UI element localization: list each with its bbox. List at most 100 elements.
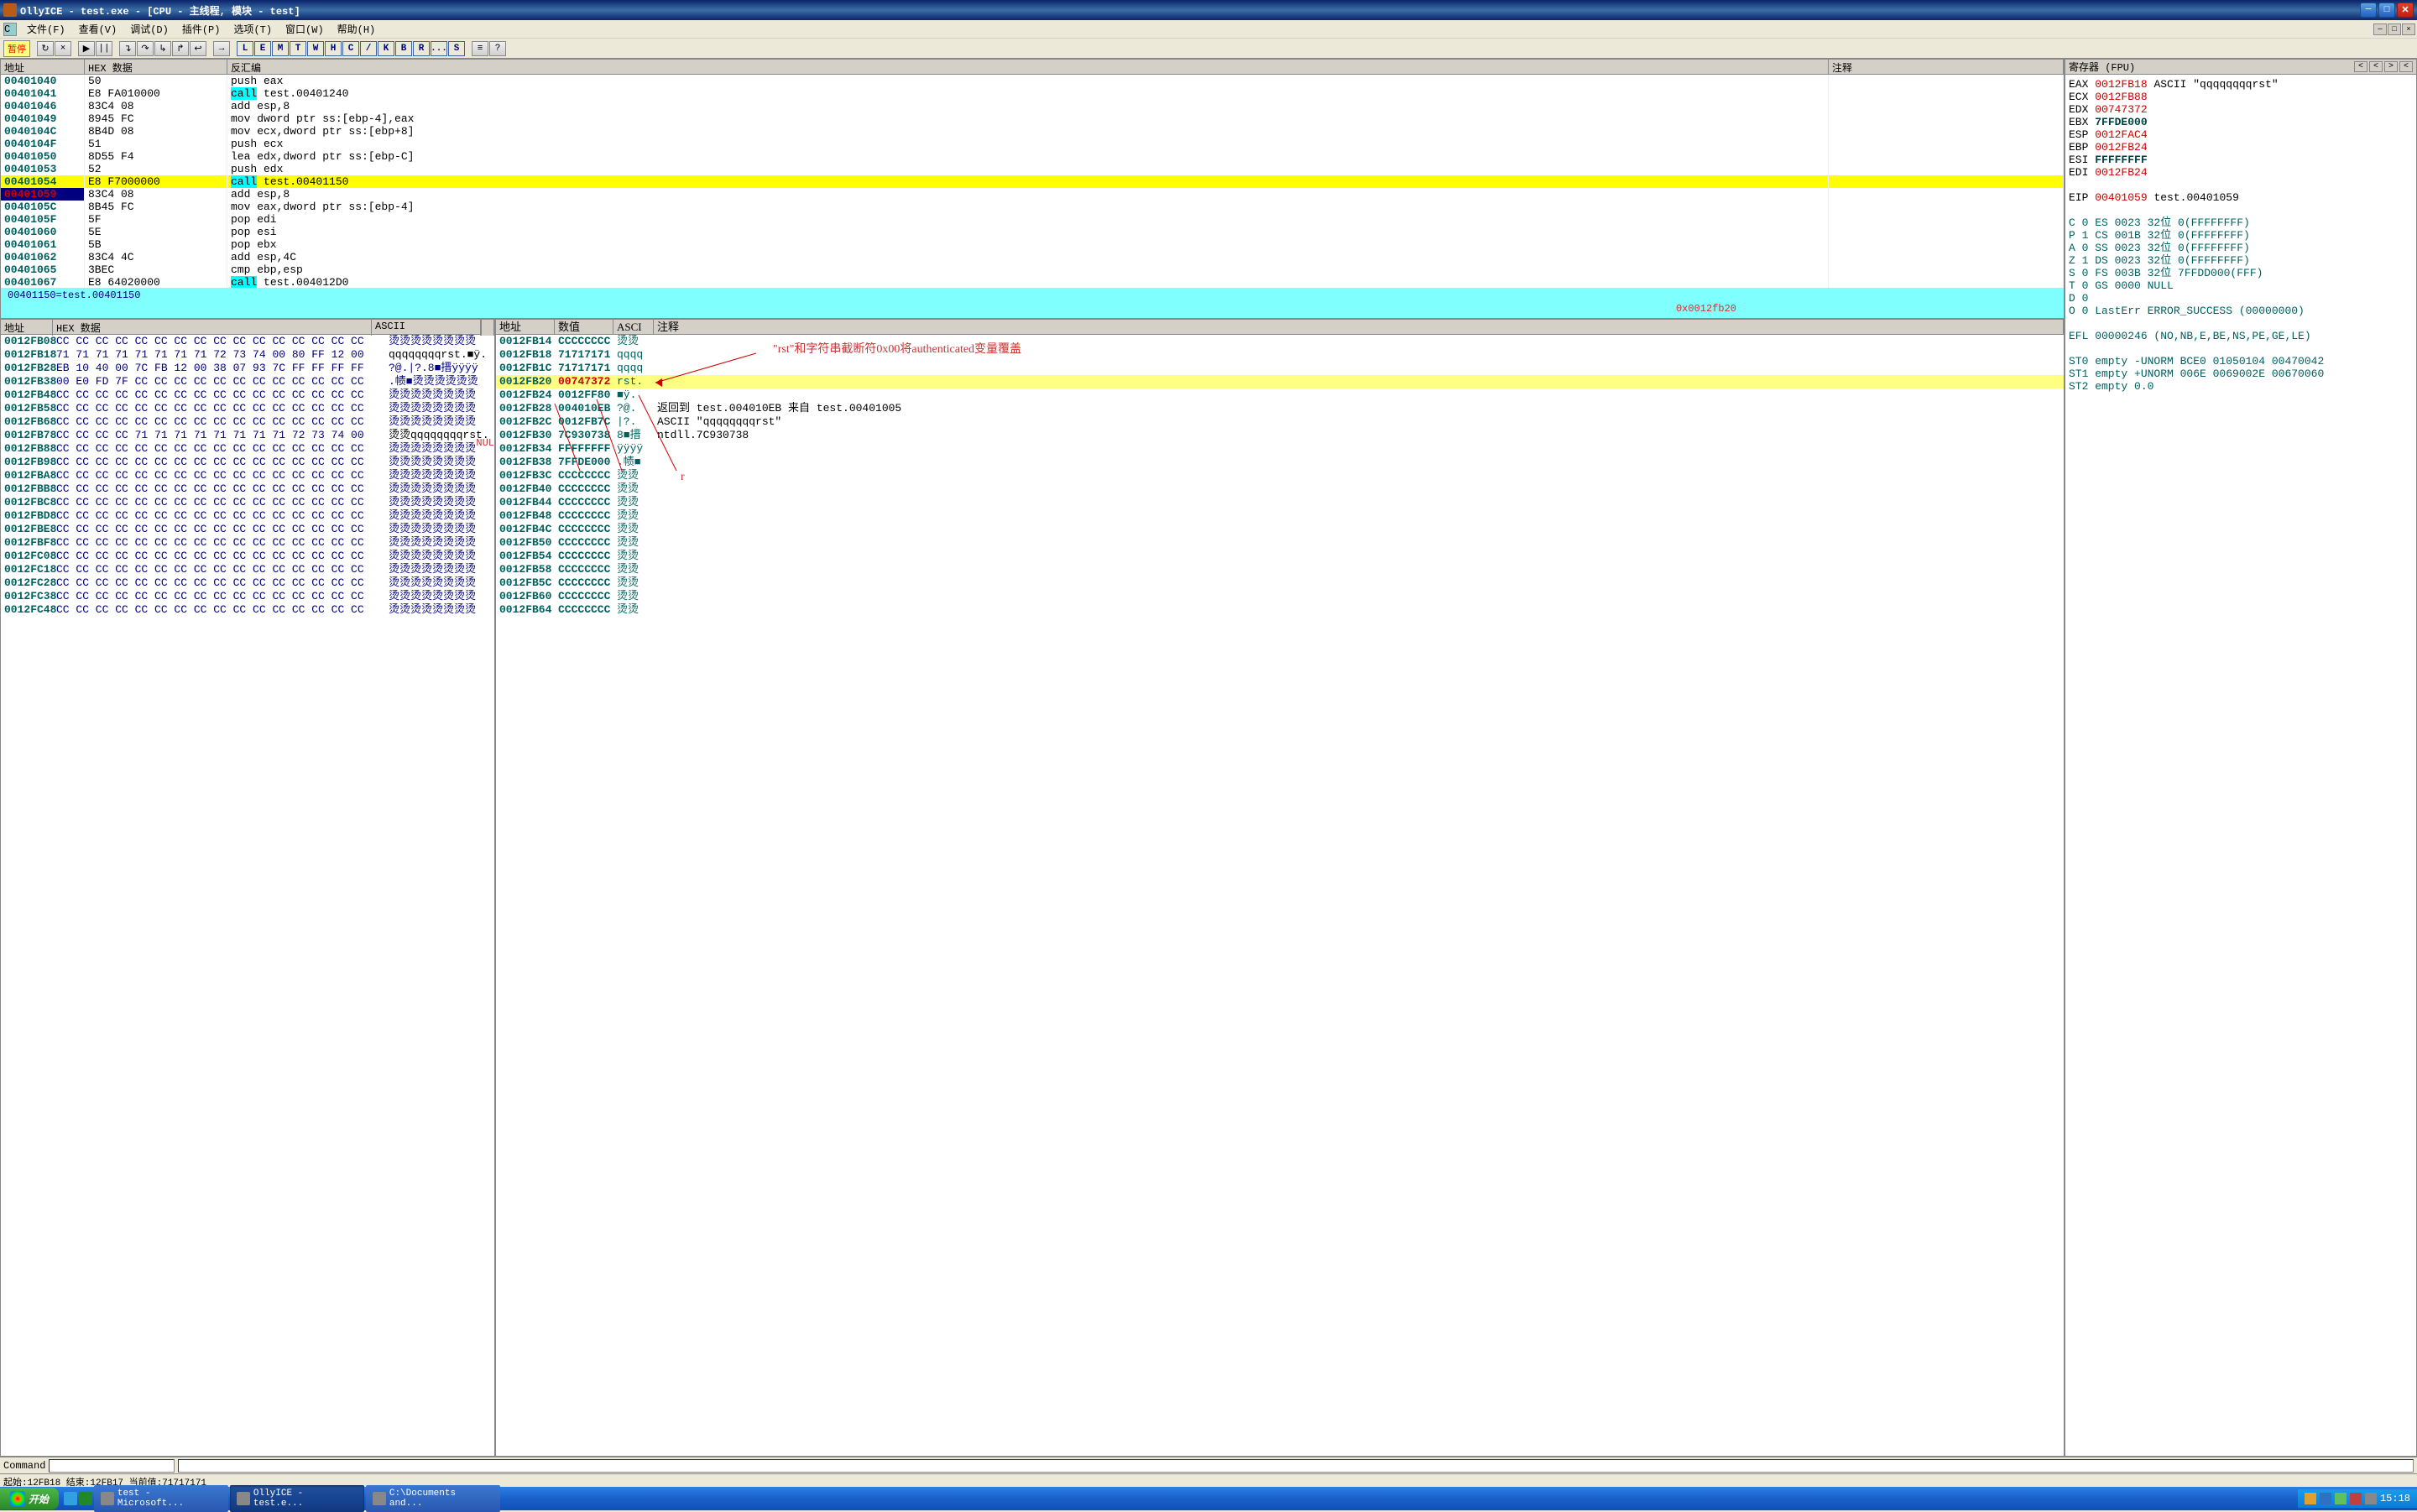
tb-letter-B[interactable]: B [395,41,412,56]
reg-nav-next2[interactable]: < [2399,61,2413,72]
cpu-row[interactable]: 004010653BECcmp ebp,esp [1,263,2064,276]
quick-launch-ie-icon[interactable] [64,1492,77,1505]
tb-letter-E[interactable]: E [254,41,271,56]
dump-row[interactable]: 0012FC28CC CC CC CC CC CC CC CC CC CC CC… [1,576,494,590]
dump-row[interactable]: 0012FBD8CC CC CC CC CC CC CC CC CC CC CC… [1,509,494,523]
tb-letter-C[interactable]: C [342,41,359,56]
stack-row[interactable]: 0012FB58CCCCCCCC烫烫 [496,563,2064,576]
stack-row[interactable]: 0012FB2000747372rst. [496,375,2064,388]
stack-row[interactable]: 0012FB307C9307388■搢ntdll.7C930738 [496,429,2064,442]
dump-row[interactable]: 0012FB28EB 10 40 00 7C FB 12 00 38 07 93… [1,362,494,375]
dump-row[interactable]: 0012FB98CC CC CC CC CC CC CC CC CC CC CC… [1,456,494,469]
close-button[interactable]: ✕ [2397,3,2414,18]
cpu-row[interactable]: 0040104F51push ecx [1,138,2064,150]
mdi-minimize[interactable]: ─ [2373,23,2387,35]
tb-trace-over[interactable]: ↱ [172,41,189,56]
dump-row[interactable]: 0012FB08CC CC CC CC CC CC CC CC CC CC CC… [1,335,494,348]
tb-trace-into[interactable]: ↳ [154,41,171,56]
start-button[interactable]: 开始 [0,1488,59,1509]
stack-row[interactable]: 0012FB48CCCCCCCC烫烫 [496,509,2064,523]
menu-文件(F)[interactable]: 文件(F) [20,23,72,38]
registers-pane[interactable]: 寄存器 (FPU) < < > < EAX 0012FB18 ASCII "qq… [2065,59,2417,1457]
stack-row[interactable]: 0012FB240012FF80■ÿ. [496,388,2064,402]
tb-letter-...[interactable]: ... [431,41,447,56]
dump-row[interactable]: 0012FB68CC CC CC CC CC CC CC CC CC CC CC… [1,415,494,429]
tb-until-return[interactable]: ↩ [190,41,206,56]
stack-row[interactable]: 0012FB40CCCCCCCC烫烫 [496,482,2064,496]
command-input[interactable] [49,1459,175,1473]
cpu-row[interactable]: 0040104C8B4D 08mov ecx,dword ptr ss:[ebp… [1,125,2064,138]
tb-letter-H[interactable]: H [325,41,342,56]
mdi-close[interactable]: × [2402,23,2415,35]
cpu-row[interactable]: 0040106283C4 4Cadd esp,4C [1,251,2064,263]
tb-restart[interactable]: ↻ [37,41,54,56]
tb-close[interactable]: × [55,41,71,56]
tb-letter-S[interactable]: S [448,41,465,56]
menu-插件(P)[interactable]: 插件(P) [175,23,227,38]
stack-row[interactable]: 0012FB2C0012FB7C|?.ASCII "qqqqqqqqrst" [496,415,2064,429]
cpu-row[interactable]: 004010615Bpop ebx [1,238,2064,251]
cpu-row[interactable]: 00401041E8 FA010000call test.00401240 [1,87,2064,100]
dump-row[interactable]: 0012FB88CC CC CC CC CC CC CC CC CC CC CC… [1,442,494,456]
stack-row[interactable]: 0012FB1871717171qqqq [496,348,2064,362]
tray-icon[interactable] [2305,1493,2316,1504]
tb-step-over[interactable]: ↷ [137,41,154,56]
cpu-row[interactable]: 0040105983C4 08add esp,8 [1,188,2064,201]
tb-letter-R[interactable]: R [413,41,430,56]
tray-icon[interactable] [2350,1493,2362,1504]
dump-row[interactable]: 0012FB3800 E0 FD 7F CC CC CC CC CC CC CC… [1,375,494,388]
dump-row[interactable]: 0012FC48CC CC CC CC CC CC CC CC CC CC CC… [1,603,494,617]
dump-row[interactable]: 0012FB78CC CC CC CC 71 71 71 71 71 71 71… [1,429,494,442]
stack-row[interactable]: 0012FB1C71717171qqqq [496,362,2064,375]
tray-icon[interactable] [2320,1493,2331,1504]
cpu-row[interactable]: 004010605Epop esi [1,226,2064,238]
cpu-row[interactable]: 00401067E8 64020000call test.004012D0 [1,276,2064,288]
cpu-row[interactable]: 00401054E8 F7000000call test.00401150 [1,175,2064,188]
cpu-row[interactable]: 004010498945 FCmov dword ptr ss:[ebp-4],… [1,112,2064,125]
stack-pane[interactable]: 地址 数值 ASCI 注释 0012FB14CCCCCCCC烫烫0012FB18… [495,319,2065,1457]
quick-launch-desktop-icon[interactable] [79,1492,92,1505]
tb-options[interactable]: ≡ [472,41,488,56]
reg-nav-prev[interactable]: < [2354,61,2367,72]
stack-row[interactable]: 0012FB28004010EB?@.返回到 test.004010EB 来自 … [496,402,2064,415]
tb-letter-W[interactable]: W [307,41,324,56]
dump-row[interactable]: 0012FC08CC CC CC CC CC CC CC CC CC CC CC… [1,550,494,563]
cpu-row[interactable]: 0040105C8B45 FCmov eax,dword ptr ss:[ebp… [1,201,2064,213]
taskbar-task[interactable]: C:\Documents and... [366,1485,500,1512]
stack-row[interactable]: 0012FB3CCCCCCCCC烫烫 [496,469,2064,482]
tray-icon[interactable] [2335,1493,2347,1504]
stack-row[interactable]: 0012FB54CCCCCCCC烫烫 [496,550,2064,563]
clock[interactable]: 15:18 [2380,1493,2410,1504]
reg-nav-prev2[interactable]: < [2369,61,2383,72]
tb-letter-T[interactable]: T [290,41,306,56]
hex-dump-pane[interactable]: 地址 HEX 数据 ASCII 0012FB08CC CC CC CC CC C… [0,319,495,1457]
cpu-row[interactable]: 004010508D55 F4lea edx,dword ptr ss:[ebp… [1,150,2064,163]
tb-step-into[interactable]: ↴ [119,41,136,56]
reg-nav-next[interactable]: > [2384,61,2398,72]
cpu-row[interactable]: 0040105F5Fpop edi [1,213,2064,226]
dump-row[interactable]: 0012FB48CC CC CC CC CC CC CC CC CC CC CC… [1,388,494,402]
maximize-button[interactable]: □ [2378,3,2395,18]
tb-letter-M[interactable]: M [272,41,289,56]
tb-letter-/[interactable]: / [360,41,377,56]
dump-row[interactable]: 0012FBE8CC CC CC CC CC CC CC CC CC CC CC… [1,523,494,536]
menu-选项(T)[interactable]: 选项(T) [227,23,279,38]
dump-row[interactable]: 0012FB58CC CC CC CC CC CC CC CC CC CC CC… [1,402,494,415]
cpu-row[interactable]: 0040104683C4 08add esp,8 [1,100,2064,112]
dump-row[interactable]: 0012FBF8CC CC CC CC CC CC CC CC CC CC CC… [1,536,494,550]
stack-row[interactable]: 0012FB5CCCCCCCCC烫烫 [496,576,2064,590]
cpu-row[interactable]: 0040105352push edx [1,163,2064,175]
stack-row[interactable]: 0012FB64CCCCCCCC烫烫 [496,603,2064,617]
taskbar-task[interactable]: test - Microsoft... [94,1485,228,1512]
menu-调试(D)[interactable]: 调试(D) [123,23,175,38]
stack-row[interactable]: 0012FB50CCCCCCCC烫烫 [496,536,2064,550]
menu-查看(V)[interactable]: 查看(V) [72,23,124,38]
tb-goto[interactable]: → [213,41,230,56]
tray-icon[interactable] [2365,1493,2377,1504]
stack-row[interactable]: 0012FB387FFDE000.帻■ [496,456,2064,469]
stack-row[interactable]: 0012FB60CCCCCCCC烫烫 [496,590,2064,603]
menu-帮助(H)[interactable]: 帮助(H) [331,23,383,38]
dump-row[interactable]: 0012FC18CC CC CC CC CC CC CC CC CC CC CC… [1,563,494,576]
minimize-button[interactable]: ─ [2360,3,2377,18]
stack-row[interactable]: 0012FB44CCCCCCCC烫烫 [496,496,2064,509]
